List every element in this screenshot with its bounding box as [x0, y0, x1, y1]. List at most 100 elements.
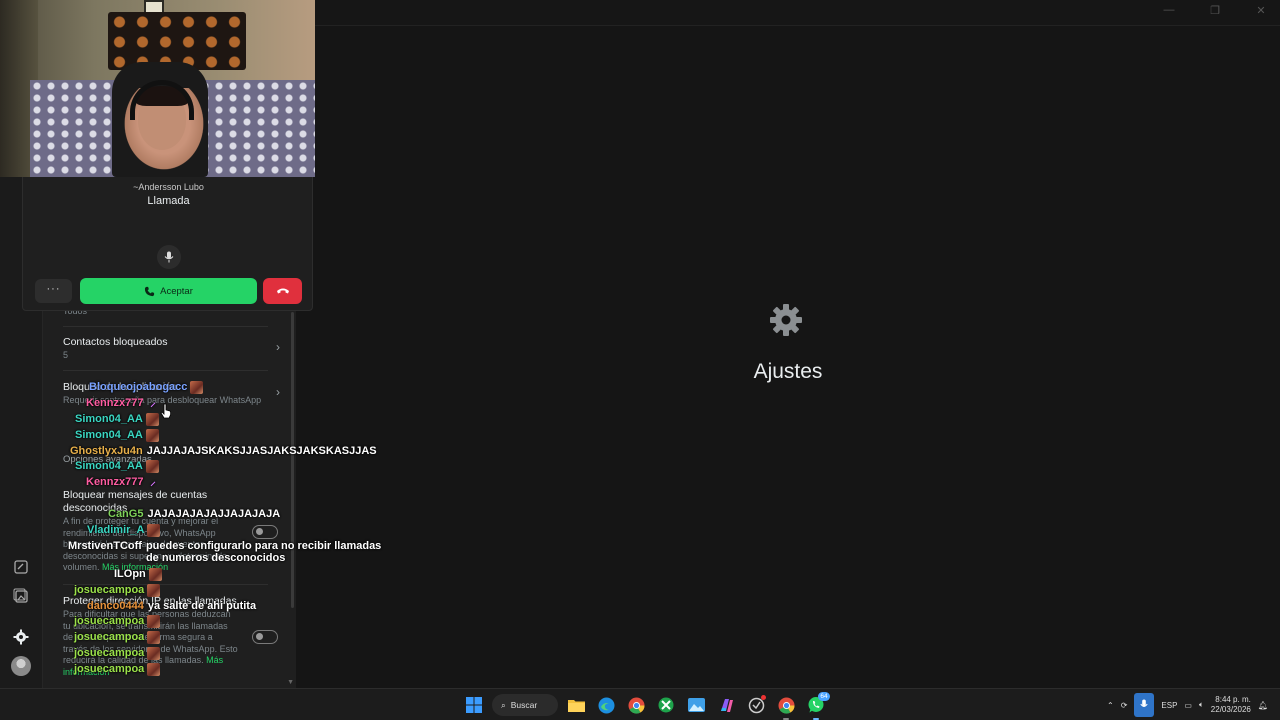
chrome-icon	[628, 697, 645, 714]
chat-username: josuecampoa	[74, 584, 145, 596]
volume-icon[interactable]: 🔈︎	[1199, 700, 1204, 710]
app-root: — ❐ ✕ Todos Contactos bloqueados 5 › Blo	[0, 0, 1280, 720]
language-indicator[interactable]: ESP	[1161, 701, 1177, 710]
chat-message: josuecampoa	[74, 631, 161, 644]
photos-icon	[687, 698, 705, 712]
search-label: Buscar	[510, 700, 538, 710]
chat-text: JAJJAJAJSKAKSJJASJAKSJAKSKASJJAS	[146, 445, 377, 457]
edit-note-icon	[14, 560, 28, 574]
app-button[interactable]	[744, 693, 768, 717]
windows-logo-icon	[466, 697, 482, 713]
microphone-icon	[164, 251, 174, 263]
feather-badge-icon: ⸝	[150, 397, 156, 409]
settings-nav-button[interactable]	[10, 626, 32, 648]
profile-avatar[interactable]	[11, 656, 31, 676]
clock[interactable]: 8:44 p. m. 22/03/2026	[1211, 695, 1251, 715]
gear-icon	[13, 629, 29, 645]
avatar-badge-icon	[147, 663, 161, 676]
media-button[interactable]	[10, 585, 32, 607]
chat-text: ya salte de ahi putita	[147, 600, 257, 612]
blocked-contacts-row[interactable]: Contactos bloqueados 5 ›	[63, 336, 280, 362]
decline-call-button[interactable]	[263, 278, 302, 304]
clock-time: 8:44 p. m.	[1215, 695, 1251, 704]
protect-ip-toggle[interactable]	[252, 630, 278, 644]
avatar-badge-icon	[145, 460, 159, 473]
copilot-icon	[720, 698, 733, 712]
accept-call-label: Aceptar	[160, 285, 193, 297]
edge-button[interactable]	[594, 693, 618, 717]
call-status: Llamada	[147, 195, 190, 207]
avatar-badge-icon	[145, 413, 159, 426]
gear-icon	[770, 304, 802, 336]
sync-icon[interactable]: ⟳	[1121, 701, 1128, 710]
incoming-call-popup: ~Andersson Lubo Llamada ··· Aceptar	[22, 170, 313, 311]
chat-message: josuecampoa	[74, 615, 161, 628]
chat-message: danco0444 ya salte de ahi putita	[87, 600, 256, 612]
chat-username: MrstivenTCoff	[68, 540, 142, 552]
copilot-button[interactable]	[714, 693, 738, 717]
chat-message: GhostlyxJu4n JAJJAJAJSKAKSJJASJAKSJAKSKAS…	[70, 445, 377, 457]
chat-username: danco0444	[87, 600, 144, 612]
mute-button[interactable]	[157, 245, 181, 269]
chat-username: Bloqueojoabogacc	[89, 381, 188, 393]
chrome-icon	[778, 697, 795, 714]
avatar-badge-icon	[147, 647, 161, 660]
file-explorer-button[interactable]	[564, 693, 588, 717]
chat-message: ILOpn	[114, 568, 162, 581]
chevron-up-icon[interactable]: ⌃	[1107, 701, 1114, 710]
phone-icon	[145, 286, 155, 296]
window-controls: — ❐ ✕	[1160, 4, 1270, 17]
xbox-icon	[658, 697, 674, 713]
chat-message: Bloqueojoabogacc	[89, 381, 204, 394]
xbox-button[interactable]	[654, 693, 678, 717]
chat-text: JAJAJAJAJAJJAJAJAJA	[147, 508, 281, 520]
search-icon: ⌕	[501, 699, 506, 710]
chat-message: Kennzx777 ⸝	[86, 397, 159, 410]
avatar-badge-icon	[147, 584, 161, 597]
chat-username: josuecampoa	[74, 631, 145, 643]
chat-username: Simon04_AA	[75, 429, 143, 441]
divider	[63, 370, 268, 371]
chat-message: josuecampoa	[74, 584, 161, 597]
avatar-badge-icon	[190, 381, 204, 394]
more-options-button[interactable]: ···	[35, 279, 72, 303]
chat-username: Simon04_AA	[75, 460, 143, 472]
chat-message: Simon04_AA	[75, 413, 159, 426]
chat-message: Vladimir_A	[87, 524, 161, 537]
chrome-profile-button[interactable]	[774, 693, 798, 720]
chrome-button[interactable]	[624, 693, 648, 717]
avatar-badge-icon	[148, 568, 162, 581]
unread-badge: 64	[818, 692, 830, 701]
close-button[interactable]: ✕	[1252, 4, 1270, 17]
hand-cursor-icon	[160, 403, 172, 419]
windows-taskbar: ⌕ Buscar 64 ⌃ ⟳ ESP ▭ 🔈︎ 8:44 p. m. 22/0…	[0, 688, 1280, 720]
notification-bell-icon[interactable]: 🔔︎	[1258, 701, 1268, 710]
maximize-button[interactable]: ❐	[1206, 4, 1224, 17]
minimize-button[interactable]: —	[1160, 4, 1178, 17]
chat-username: Kennzx777	[86, 476, 144, 488]
webcam-overlay	[0, 0, 315, 177]
scroll-down-arrow[interactable]: ▼	[287, 679, 294, 686]
mic-in-use-button[interactable]	[1134, 693, 1155, 717]
system-tray: ⌃ ⟳ ESP ▭ 🔈︎ 8:44 p. m. 22/03/2026 🔔︎	[1107, 689, 1280, 720]
caller-name: ~Andersson Lubo	[133, 182, 204, 192]
accept-call-button[interactable]: Aceptar	[80, 278, 257, 304]
network-icon[interactable]: ▭	[1184, 701, 1192, 710]
start-button[interactable]	[462, 693, 486, 717]
starred-messages-button[interactable]	[10, 556, 32, 578]
taskbar-search[interactable]: ⌕ Buscar	[492, 694, 558, 716]
blocked-contacts-title: Contactos bloqueados	[63, 336, 168, 348]
chat-username: CanG5	[108, 508, 144, 520]
notification-dot	[761, 695, 766, 700]
whatsapp-button[interactable]: 64	[804, 692, 830, 720]
chat-text: puedes configurarlo para no recibir llam…	[145, 540, 382, 564]
gallery-icon	[13, 588, 28, 603]
chat-message: Simon04_AA	[75, 460, 159, 473]
block-unknown-toggle[interactable]	[252, 525, 278, 539]
page-title: Ajustes	[753, 360, 823, 383]
edge-icon	[598, 697, 614, 713]
taskbar-apps: ⌕ Buscar 64	[462, 689, 830, 720]
chat-message: josuecampoa	[74, 663, 161, 676]
chat-message: josuecampoa	[74, 647, 161, 660]
photos-button[interactable]	[684, 693, 708, 717]
